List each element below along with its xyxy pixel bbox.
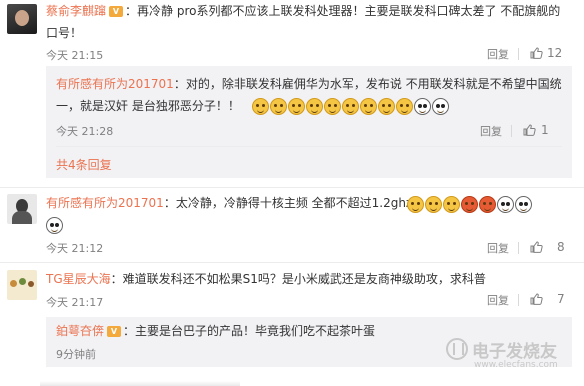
emoji-icon [378, 98, 395, 115]
reply-button[interactable]: 回复 [487, 46, 509, 62]
emoji-icon [396, 98, 413, 115]
emoji-icon [288, 98, 305, 115]
thumbs-up-icon[interactable] [523, 124, 536, 136]
panda-emoji-icon [497, 196, 514, 213]
comment-time: 9分钟前 [56, 348, 96, 361]
emoji-icon [342, 98, 359, 115]
comment-text: ：再冷静 pro系列都不应该上联发科处理器！主要是联发科口碑太差了 不配旗舰的口… [46, 4, 561, 40]
avatar[interactable] [7, 194, 37, 224]
divider [0, 187, 584, 188]
panda-emoji-icon [414, 98, 431, 115]
watermark-logo-icon [446, 338, 468, 360]
comment-text: ：太冷静，冷静得十核主频 全都不超过1.2ghz [163, 196, 413, 210]
avatar[interactable] [7, 4, 37, 34]
username-link[interactable]: 鉑萼夻倴 [56, 324, 104, 338]
emoji-row [46, 215, 64, 234]
emoji-icon [479, 196, 496, 213]
more-replies-link[interactable]: 共4条回复 [56, 156, 112, 173]
divider [511, 125, 512, 137]
watermark-url: www.elecfans.com [474, 360, 558, 370]
like-count: 8 [557, 240, 565, 254]
emoji-row [252, 96, 450, 115]
username-link[interactable]: 有所感有所为201701 [46, 196, 164, 210]
panda-emoji-icon [515, 196, 532, 213]
comment-body: 蔡俞李麒蹿 V ：再冷静 pro系列都不应该上联发科处理器！主要是联发科口碑太差了 … [46, 0, 566, 44]
comment-body: TG星辰大海：难道联发科还不如松果S1吗？是小米威武还是友商神级助攻，求科普 [46, 268, 566, 290]
emoji-row [407, 194, 533, 213]
avatar[interactable] [7, 270, 37, 300]
username-link[interactable]: 蔡俞李麒蹿 [46, 4, 106, 18]
vip-badge-icon: V [107, 326, 122, 337]
emoji-icon [360, 98, 377, 115]
emoji-icon [252, 98, 269, 115]
panda-emoji-icon [432, 98, 449, 115]
reply-button[interactable]: 回复 [487, 292, 509, 308]
reply-button[interactable]: 回复 [487, 240, 509, 256]
reply-button[interactable]: 回复 [480, 123, 502, 139]
next-comment-edge [40, 381, 240, 386]
thumbs-up-icon[interactable] [530, 241, 543, 253]
vip-badge-icon: V [109, 6, 124, 17]
emoji-icon [306, 98, 323, 115]
divider [518, 48, 519, 60]
divider [518, 294, 519, 306]
emoji-icon [407, 196, 424, 213]
comment-time: 今天 21:12 [46, 242, 104, 255]
emoji-icon [461, 196, 478, 213]
panda-emoji-icon [46, 217, 63, 234]
comment-text: ：主要是台巴子的产品！毕竟我们吃不起茶叶蛋 [123, 324, 376, 338]
emoji-icon [425, 196, 442, 213]
comment-text: ：难道联发科还不如松果S1吗？是小米威武还是友商神级助攻，求科普 [110, 272, 486, 286]
like-count: 1 [541, 123, 549, 137]
emoji-icon [324, 98, 341, 115]
divider [56, 146, 562, 147]
divider [518, 242, 519, 254]
divider [0, 262, 584, 263]
thumbs-up-icon[interactable] [530, 293, 543, 305]
username-link[interactable]: 有所感有所为201701 [56, 77, 174, 91]
comment-time: 今天 21:28 [56, 125, 114, 138]
emoji-icon [270, 98, 287, 115]
like-count: 12 [547, 46, 563, 60]
like-count: 7 [557, 292, 565, 306]
comment-time: 今天 21:17 [46, 296, 104, 309]
emoji-icon [443, 196, 460, 213]
comment-time: 今天 21:15 [46, 49, 104, 62]
watermark-text: 电子发烧友 [472, 342, 557, 362]
username-link[interactable]: TG星辰大海 [46, 272, 111, 286]
thumbs-up-icon[interactable] [530, 47, 543, 59]
